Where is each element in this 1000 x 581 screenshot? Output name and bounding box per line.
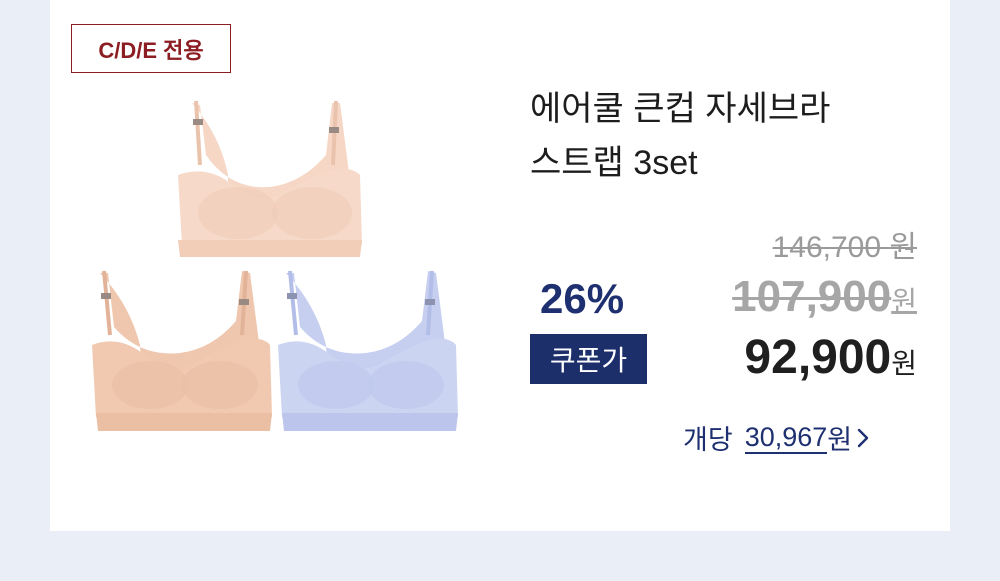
bra-nude-left [92,270,272,431]
unit-price-label: 개당 [683,425,733,455]
product-card[interactable]: C/D/E 전용 에어쿨 큰컵 자세브라 스트랩 3set 146,700 원 … [50,0,950,531]
original-price-amount: 146,700 [772,231,882,264]
final-price-won: 원 [891,348,917,379]
coupon-price-tag: 쿠폰가 [530,334,647,384]
sale-price: 107,900원 [732,272,917,322]
final-price: 92,900원 [744,330,917,385]
product-title-line2: 스트랩 3set [530,144,698,182]
unit-price-won: 원 [827,425,853,455]
bra-lavender-right [278,270,458,431]
bra-set-illustration [92,100,458,431]
original-price: 146,700 원 [773,222,917,266]
original-price-won: 원 [889,231,917,264]
product-title[interactable]: 에어쿨 큰컵 자세브라 스트랩 3set [530,82,930,190]
sale-price-won: 원 [891,286,917,317]
unit-price-link[interactable]: 개당 30,967 원 [683,418,870,457]
cup-size-badge: C/D/E 전용 [71,24,231,73]
bra-peach-top [178,100,362,257]
discount-rate: 26% [540,275,625,322]
unit-price-amount: 30,967 [744,421,828,454]
sale-price-amount: 107,900 [732,272,892,321]
chevron-right-icon [857,428,869,447]
final-price-amount: 92,900 [744,331,892,384]
product-title-line1: 에어쿨 큰컵 자세브라 [530,90,831,128]
product-image[interactable] [90,95,470,440]
